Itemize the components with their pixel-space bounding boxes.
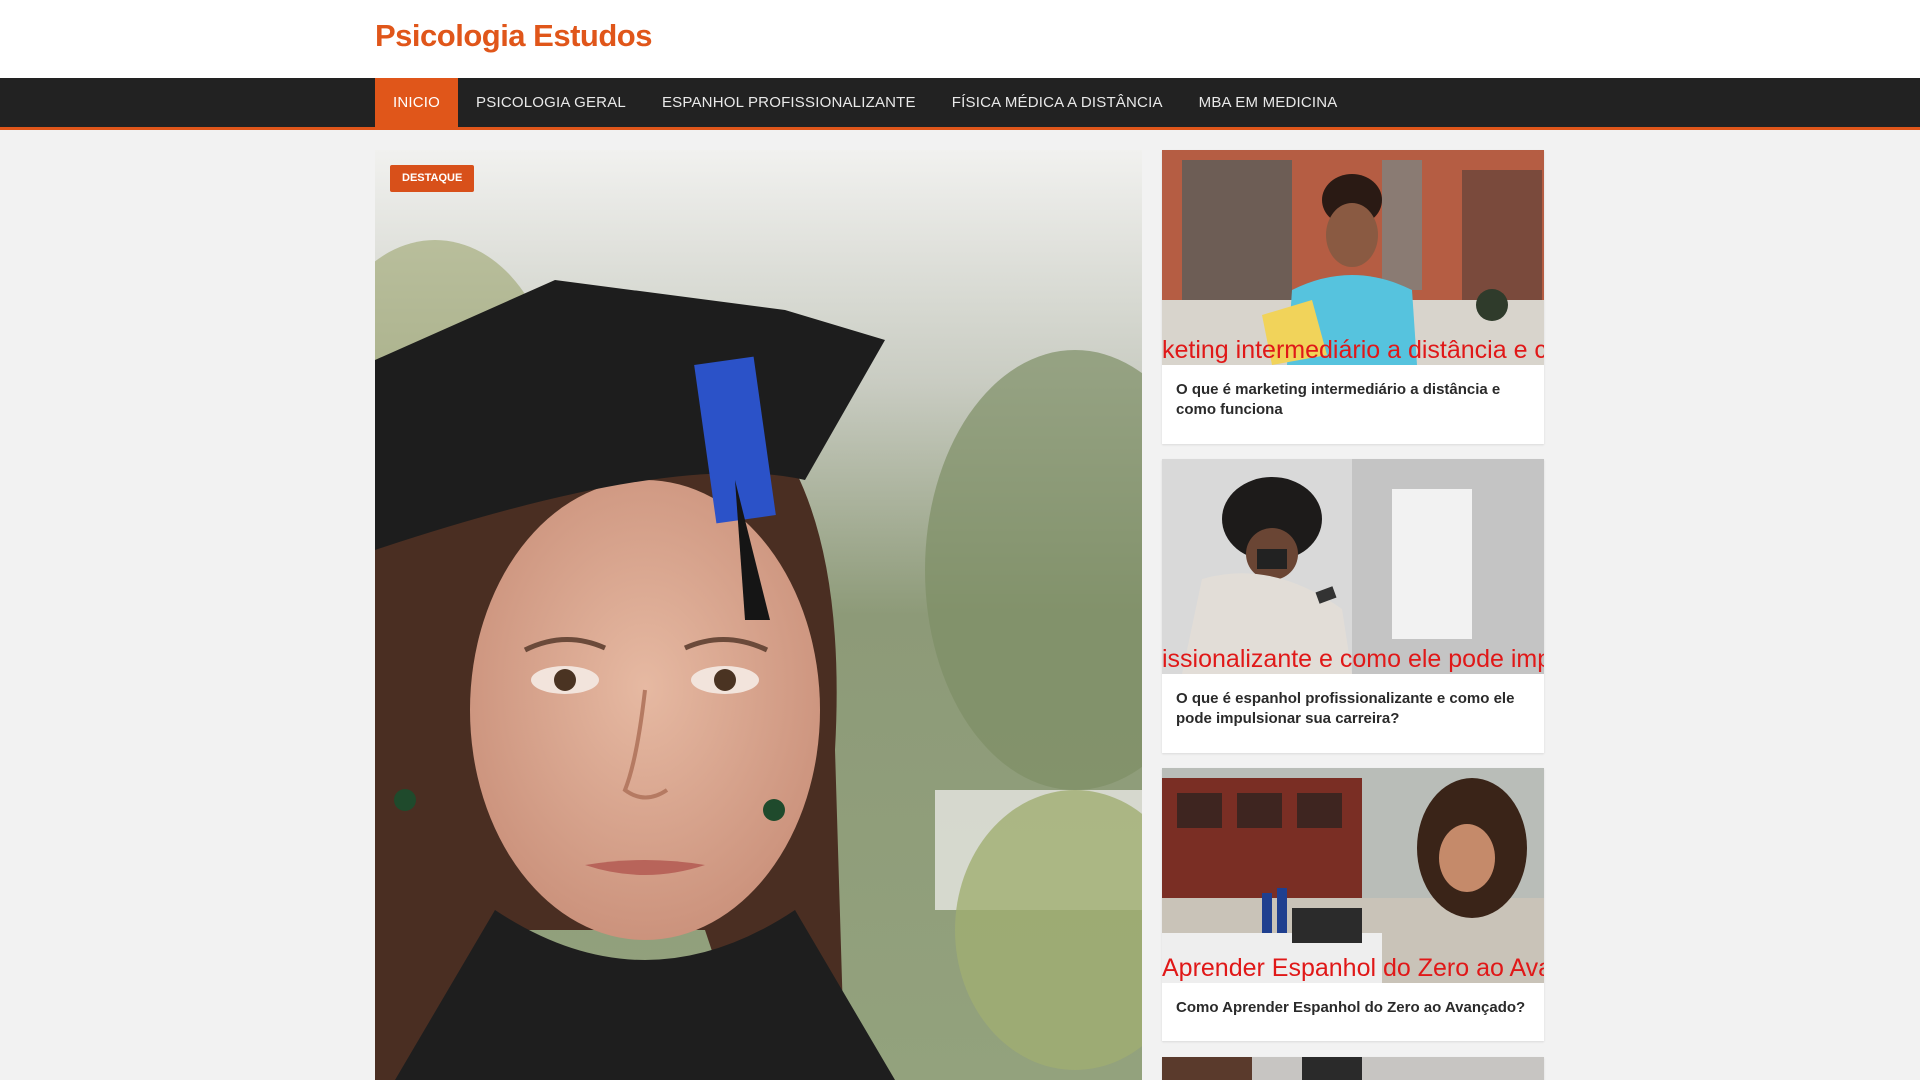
post-image [1162,150,1544,365]
post-image[interactable] [1162,1057,1544,1080]
thumbnail-caption: Aprender Espanhol do Zero ao Ava [1162,954,1544,982]
post-thumbnail[interactable]: Aprender Espanhol do Zero ao Ava [1162,768,1544,983]
post-image [1162,768,1544,983]
post-title[interactable]: Como Aprender Espanhol do Zero ao Avança… [1162,983,1544,1018]
site-header: Psicologia Estudos [0,0,1920,78]
featured-post[interactable]: Destaque [375,150,1142,1080]
nav-item-inicio[interactable]: Inicio [375,78,459,127]
thumbnail-caption: issionalizante e como ele pode imp [1162,645,1544,673]
post-thumbnail[interactable]: keting intermediário a distância e c [1162,150,1544,365]
post-title[interactable]: O que é marketing intermediário a distân… [1162,365,1544,420]
post-card[interactable] [1162,1057,1544,1080]
main-navigation: Inicio Psicologia Geral Espanhol Profiss… [0,78,1920,130]
nav-item-mba-medicina[interactable]: MBA em Medicina [1181,78,1356,127]
featured-badge[interactable]: Destaque [390,165,475,192]
nav-item-fisica-medica[interactable]: Física Médica a Distância [934,78,1181,127]
thumbnail-caption: keting intermediário a distância e c [1162,336,1544,364]
featured-image[interactable] [375,150,1142,1080]
nav-menu: Inicio Psicologia Geral Espanhol Profiss… [375,78,1356,127]
post-title[interactable]: O que é espanhol profissionalizante e co… [1162,674,1544,729]
post-image [1162,459,1544,674]
nav-item-psicologia-geral[interactable]: Psicologia Geral [458,78,644,127]
post-thumbnail[interactable]: issionalizante e como ele pode imp [1162,459,1544,674]
site-title[interactable]: Psicologia Estudos [375,18,652,54]
post-card[interactable]: issionalizante e como ele pode imp O que… [1162,459,1544,753]
nav-item-espanhol-profissionalizante[interactable]: Espanhol Profissionalizante [644,78,934,127]
post-card[interactable]: Aprender Espanhol do Zero ao Ava Como Ap… [1162,768,1544,1041]
post-card[interactable]: keting intermediário a distância e c O q… [1162,150,1544,444]
